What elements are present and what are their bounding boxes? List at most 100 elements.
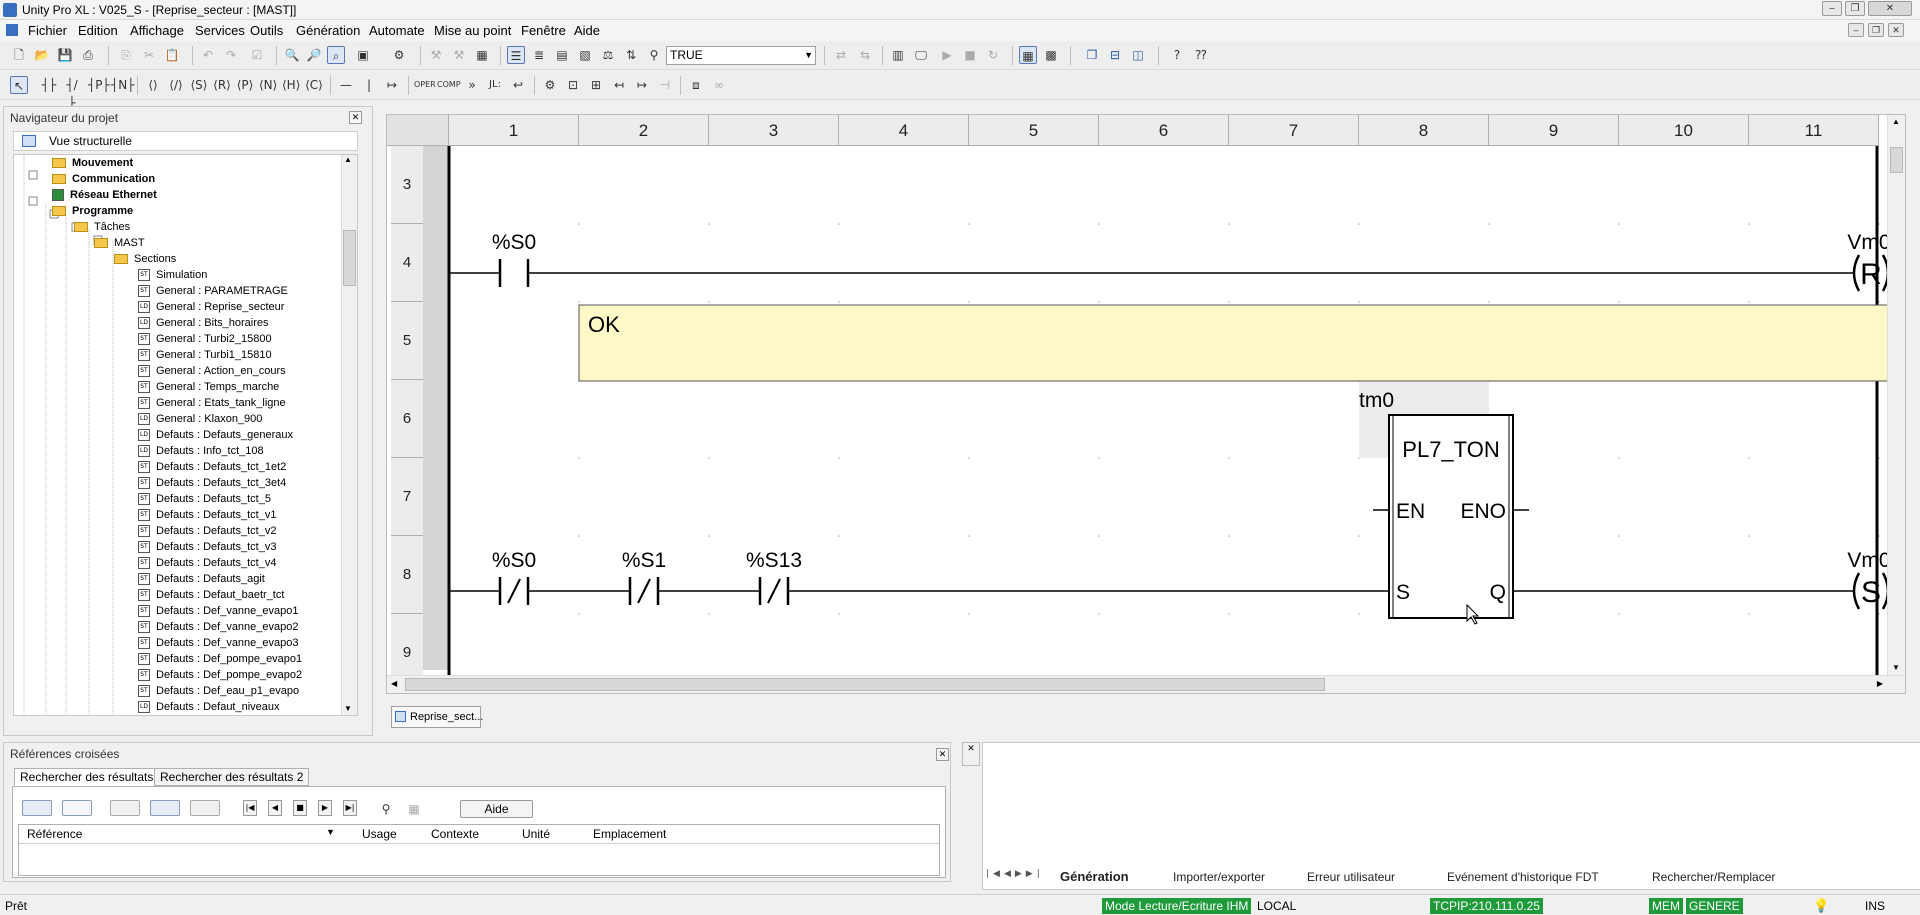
help-button[interactable]: Aide xyxy=(460,800,533,818)
menu-outils[interactable]: Outils xyxy=(250,23,283,38)
maximize-button[interactable]: ❐ xyxy=(1845,1,1865,16)
n-coil-icon[interactable]: ⟨N⟩ xyxy=(259,76,277,94)
tree-item[interactable]: ST Defauts : Defauts_tct_3et4 xyxy=(138,475,286,491)
tree-item[interactable]: ST Defauts : Defauts_tct_v3 xyxy=(138,539,276,555)
editor-vscroll-thumb[interactable] xyxy=(1890,147,1903,173)
mdi-close-button[interactable]: ✕ xyxy=(1888,23,1904,37)
menu-services[interactable]: Services xyxy=(195,23,245,38)
p-coil-icon[interactable]: ⟨P⟩ xyxy=(236,76,254,94)
collapse-button[interactable] xyxy=(110,800,140,816)
output-tab-nav-icon[interactable]: |◀◀▶▶| xyxy=(986,869,1044,879)
menu-automate[interactable]: Automate xyxy=(369,23,425,38)
tree-item[interactable]: Mouvement xyxy=(52,155,133,171)
columns-icon[interactable]: ▥ xyxy=(889,46,907,64)
tree-item[interactable]: Programme xyxy=(52,203,133,219)
output-close-icon[interactable]: ✕ xyxy=(962,742,980,766)
link-disabled-icon[interactable]: ∞ xyxy=(710,76,728,94)
link-icon[interactable]: ↦ xyxy=(383,76,401,94)
coil-1-symbol[interactable]: S xyxy=(1861,576,1881,609)
last-result-button[interactable]: ▶| xyxy=(343,800,357,816)
context-help-icon[interactable]: ⁇ xyxy=(1192,46,1210,64)
fb-pin-q[interactable]: Q xyxy=(1490,581,1506,604)
halt-coil-icon[interactable]: ⟨H⟩ xyxy=(282,76,300,94)
tree-item[interactable]: LD Defauts : Defaut_niveaux xyxy=(138,699,280,715)
xref-close-icon[interactable]: ✕ xyxy=(936,748,949,761)
validate-icon[interactable]: ☑ xyxy=(248,46,266,64)
tile-horizontal-icon[interactable]: ⊟ xyxy=(1106,46,1124,64)
col-usage[interactable]: Usage xyxy=(362,825,397,843)
tree-scroll-thumb[interactable] xyxy=(343,230,356,286)
contact-2-negation[interactable] xyxy=(637,578,651,604)
tree-item[interactable]: ST General : Turbi2_15800 xyxy=(138,331,272,347)
rebuild-icon[interactable]: ⚒ xyxy=(450,46,468,64)
comment-icon[interactable]: ⊣ xyxy=(656,76,674,94)
tree-item[interactable]: ST Defauts : Defauts_tct_v2 xyxy=(138,523,276,539)
tree-item[interactable]: LD Defauts : Info_tct_108 xyxy=(138,443,264,459)
table-view-icon[interactable]: ▤ xyxy=(553,46,571,64)
paste-icon[interactable]: 📋 xyxy=(163,46,181,64)
mdi-restore-button[interactable]: ❐ xyxy=(1868,23,1884,37)
text-object-icon[interactable]: ⧈ xyxy=(687,76,705,94)
tree-item[interactable]: Communication xyxy=(52,171,155,187)
tree-item[interactable]: ST Simulation xyxy=(138,267,207,283)
menu-generation[interactable]: Génération xyxy=(296,23,360,38)
coil-0-symbol[interactable]: R xyxy=(1860,258,1882,291)
reference-dropdown-icon[interactable]: ▼ xyxy=(326,827,335,837)
undo-icon[interactable]: ↶ xyxy=(199,46,217,64)
disconnect-icon[interactable]: ⇆ xyxy=(856,46,874,64)
reset-coil-icon[interactable]: ⟨R⟩ xyxy=(213,76,231,94)
monitor-icon[interactable]: 🖵 xyxy=(912,46,930,64)
jump-label-icon[interactable]: JL: xyxy=(486,76,504,94)
tree-item[interactable]: ST Defauts : Def_pompe_evapo1 xyxy=(138,651,302,667)
fullscreen-icon[interactable]: ▣ xyxy=(354,46,372,64)
ladder-diagram[interactable]: OK %S0 %S0 %S1 %S13 R Vm0 S Vm0 tm0 PL7_TON EN ENO S Q xyxy=(387,115,1887,675)
contact-1-negation[interactable] xyxy=(507,578,521,604)
tree-item[interactable]: ST General : Temps_marche xyxy=(138,379,279,395)
open-folder-icon[interactable]: 📂 xyxy=(33,46,51,64)
editor-hscrollbar[interactable]: ◀ ▶ xyxy=(387,675,1905,693)
tab-generation[interactable]: Génération xyxy=(1060,867,1129,887)
close-button[interactable]: ✕ xyxy=(1868,1,1912,16)
filter-icon[interactable]: ⚲ xyxy=(377,800,395,818)
mdi-minimize-button[interactable]: – xyxy=(1848,23,1864,37)
connect-icon[interactable]: ⇄ xyxy=(832,46,850,64)
calculator-icon[interactable]: ▦ xyxy=(473,46,491,64)
fb-pin-eno[interactable]: ENO xyxy=(1460,500,1506,523)
operate-icon[interactable]: OPER xyxy=(414,76,436,94)
compare-icon[interactable]: COMP xyxy=(437,76,461,94)
contact-1-label[interactable]: %S0 xyxy=(492,549,536,572)
watch-icon[interactable]: ⚖ xyxy=(599,46,617,64)
tree-item[interactable]: ST Defauts : Defauts_tct_v4 xyxy=(138,555,276,571)
variables-icon[interactable]: ▩ xyxy=(1042,46,1060,64)
tree-item[interactable]: ST General : Action_en_cours xyxy=(138,363,286,379)
col-emplacement[interactable]: Emplacement xyxy=(593,825,666,843)
tree-item[interactable]: ST General : PARAMETRAGE xyxy=(138,283,288,299)
list-view-icon[interactable]: ≣ xyxy=(530,46,548,64)
tree-item[interactable]: ST Defauts : Defauts_tct_v1 xyxy=(138,507,276,523)
tree-item[interactable]: ST Defauts : Def_pompe_evapo2 xyxy=(138,667,302,683)
help-icon[interactable]: ? xyxy=(1168,46,1186,64)
zoom-in-icon[interactable]: 🔍 xyxy=(283,46,301,64)
col-contexte[interactable]: Contexte xyxy=(431,825,479,843)
scroll-up-icon[interactable]: ▲ xyxy=(344,155,352,164)
coil-icon[interactable]: ⟨⟩ xyxy=(144,76,162,94)
tree-item[interactable]: ST General : Etats_tank_ligne xyxy=(138,395,286,411)
fbd-icon[interactable]: ⚙ xyxy=(541,76,559,94)
tree-item[interactable]: Tâches xyxy=(74,219,130,235)
tree-item[interactable]: LD Defauts : Defauts_generaux xyxy=(138,427,293,443)
ladder-editor[interactable]: 1 2 3 4 5 6 7 8 9 10 11 3456789 OK %S0 %S0 %S1 %S13 R Vm… xyxy=(386,114,1906,694)
n-contact-icon[interactable]: ┤N├ xyxy=(111,76,134,94)
col-reference[interactable]: Référence xyxy=(27,825,82,843)
fb-pin-en[interactable]: EN xyxy=(1396,500,1425,523)
cut-icon[interactable]: ✂ xyxy=(140,46,158,64)
copy-icon[interactable]: ⎘ xyxy=(117,46,135,64)
scroll-down-icon[interactable]: ▼ xyxy=(344,704,352,713)
zoom-fit-icon[interactable]: ⌕ xyxy=(327,46,345,64)
tree-item[interactable]: ST Defauts : Defaut_baetr_tct xyxy=(138,587,284,603)
tab-fdt-history[interactable]: Evénement d'historique FDT xyxy=(1447,867,1599,887)
clear-button[interactable] xyxy=(190,800,220,816)
editor-hscroll-thumb[interactable] xyxy=(405,678,1325,691)
tree-item[interactable]: ST General : Turbi1_15810 xyxy=(138,347,272,363)
output-var-icon[interactable]: ↦ xyxy=(633,76,651,94)
select-pointer-icon[interactable]: ↖ xyxy=(10,76,28,94)
